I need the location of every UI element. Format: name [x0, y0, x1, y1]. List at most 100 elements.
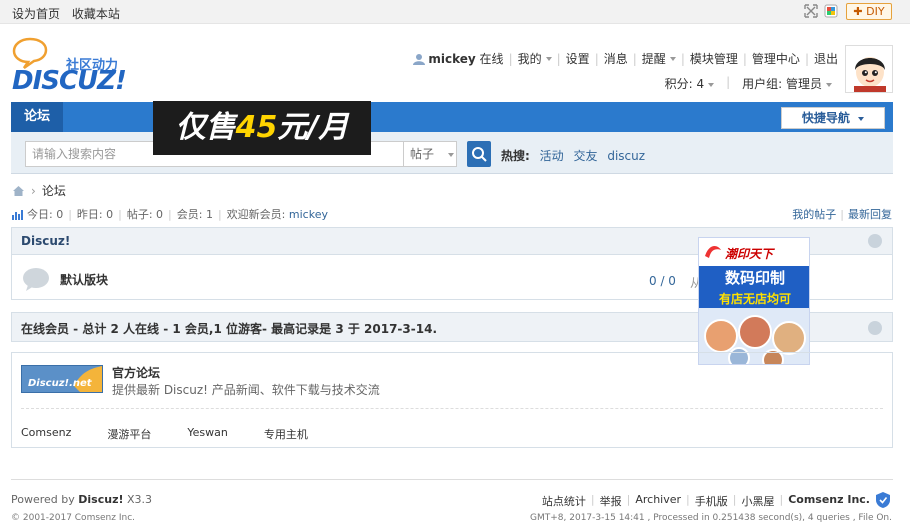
ad-line1: 数码印制	[699, 266, 809, 290]
forum-name[interactable]: 默认版块	[60, 271, 108, 288]
partner-link[interactable]: 专用主机	[264, 426, 308, 442]
user-nav: mickey 在线 | 我的 | 设置 | 消息 | 提醒 | 模块管理 | 管…	[413, 50, 838, 67]
forum-stats: 今日: 0 | 昨日: 0 | 帖子: 0 | 会员: 1 | 欢迎新会员: m…	[12, 206, 328, 222]
search-type-select[interactable]: 帖子	[403, 141, 457, 167]
search-button[interactable]	[467, 141, 491, 167]
search-icon	[472, 147, 487, 162]
forum-counts: 0 / 0	[649, 274, 676, 288]
quick-nav-button[interactable]: 快捷导航	[781, 107, 885, 129]
forum-bubble-icon	[23, 268, 49, 291]
discuz-net-logo[interactable]: Discuz!.net	[21, 365, 103, 393]
menu-settings[interactable]: 设置	[566, 50, 590, 67]
style-switch-icon[interactable]	[824, 4, 838, 18]
menu-logout[interactable]: 退出	[814, 50, 838, 67]
hot-term[interactable]: 活动	[540, 149, 564, 163]
new-member-link[interactable]: mickey	[289, 208, 328, 221]
latest-replies-link[interactable]: 最新回复	[848, 208, 892, 221]
powered-prefix: Powered by	[11, 493, 75, 506]
separator: |	[508, 51, 513, 66]
separator: |	[626, 493, 631, 506]
separator: |	[840, 208, 844, 221]
main-nav: 论坛 快捷导航	[11, 102, 893, 132]
bookmark-link[interactable]: 收藏本站	[72, 7, 120, 21]
menu-module-admin[interactable]: 模块管理	[690, 50, 738, 67]
breadcrumb-current[interactable]: 论坛	[42, 182, 66, 199]
menu-my[interactable]: 我的	[518, 50, 542, 67]
forum-row[interactable]: 默认版块	[22, 266, 108, 292]
separator: |	[632, 51, 637, 66]
usergroup-link[interactable]: 用户组: 管理员	[742, 75, 832, 92]
powered-by: Powered by Discuz! X3.3	[11, 493, 152, 506]
avatar[interactable]	[845, 45, 893, 93]
separator: |	[590, 493, 595, 506]
separator: |	[686, 493, 690, 506]
diy-button[interactable]: ✚ DIY	[846, 3, 892, 20]
credits-label: 积分: 4	[664, 77, 705, 91]
search-bar: 请输入搜索内容 帖子 热搜: 活动 交友 discuz	[11, 132, 893, 174]
shield-icon[interactable]	[875, 491, 891, 509]
top-bar: 设为首页 收藏本站 ✚ DIY	[0, 0, 910, 24]
menu-notifications[interactable]: 提醒	[642, 50, 666, 67]
user-icon	[413, 53, 426, 65]
separator: |	[217, 207, 222, 221]
footer-company-link[interactable]: Comsenz Inc.	[788, 493, 870, 509]
online-status: 在线	[479, 52, 504, 66]
footer-link-archiver[interactable]: Archiver	[635, 493, 681, 509]
chevron-down-icon	[448, 152, 455, 157]
search-type-value: 帖子	[410, 147, 435, 161]
chevron-down-icon	[826, 82, 832, 87]
footer-link-blackroom[interactable]: 小黑屋	[741, 493, 774, 509]
chevron-down-icon	[669, 56, 676, 61]
processing-info: GMT+8, 2017-3-15 14:41 , Processed in 0.…	[530, 513, 892, 523]
home-icon[interactable]	[12, 185, 25, 197]
promo-suffix: 元/月	[277, 110, 349, 145]
ad-banner[interactable]: 潮印天下 数码印制 有店无店均可	[698, 237, 810, 365]
official-forum-desc: 提供最新 Discuz! 产品新闻、软件下载与技术交流	[112, 383, 380, 397]
tab-forum[interactable]: 论坛	[11, 102, 63, 132]
separator: |	[168, 207, 172, 221]
chevron-down-icon	[708, 82, 715, 87]
partner-link[interactable]: Comsenz	[21, 426, 71, 442]
fullscreen-icon[interactable]	[804, 4, 818, 18]
separator: |	[594, 51, 599, 66]
footer-divider	[11, 479, 893, 480]
copyright: © 2001-2017 Comsenz Inc.	[11, 513, 136, 523]
online-summary: 在线会员 - 总计 2 人在线 - 1 会员,1 位游客- 最高记录是 3 于 …	[21, 322, 437, 336]
hot-term[interactable]: 交友	[573, 149, 597, 163]
hot-search: 热搜: 活动 交友 discuz	[501, 147, 651, 164]
diy-plus-icon: ✚	[853, 5, 863, 18]
footer-link-report[interactable]: 举报	[600, 493, 622, 509]
menu-messages[interactable]: 消息	[604, 50, 628, 67]
credits-link[interactable]: 积分: 4	[665, 75, 715, 92]
footer-links: 站点统计 | 举报 | Archiver | 手机版 | 小黑屋 | Comsenz In…	[542, 493, 870, 509]
partner-link[interactable]: 漫游平台	[107, 426, 151, 442]
ad-logo-icon	[705, 246, 721, 258]
menu-admin-center[interactable]: 管理中心	[752, 50, 800, 67]
user-nav-secondary: 积分: 4 | 用户组: 管理员	[665, 75, 832, 92]
ad-line2: 有店无店均可	[699, 290, 809, 308]
my-posts-link[interactable]: 我的帖子	[792, 208, 836, 221]
stat-members: 会员: 1	[176, 208, 213, 221]
powered-brand-link[interactable]: Discuz!	[78, 493, 123, 506]
stat-yesterday: 昨日: 0	[76, 208, 114, 221]
separator: |	[779, 493, 784, 506]
set-home-link[interactable]: 设为首页	[12, 7, 60, 21]
collapse-icon[interactable]	[868, 234, 882, 248]
separator: |	[726, 75, 731, 89]
post-links: 我的帖子 | 最新回复	[792, 206, 892, 222]
footer-link-stats[interactable]: 站点统计	[542, 493, 586, 509]
official-forum-title[interactable]: 官方论坛	[112, 364, 160, 381]
username[interactable]: mickey	[428, 52, 475, 66]
top-icons	[804, 4, 838, 18]
partner-link[interactable]: Yeswan	[187, 426, 227, 442]
quick-nav-label: 快捷导航	[801, 111, 850, 125]
footer-link-mobile[interactable]: 手机版	[695, 493, 728, 509]
diy-label: DIY	[866, 5, 885, 18]
stat-welcome: 欢迎新会员:	[226, 208, 286, 221]
promo-banner[interactable]: 仅售45元/月	[153, 101, 371, 155]
top-left-links: 设为首页 收藏本站	[12, 5, 128, 22]
separator: |	[804, 51, 809, 66]
separator: |	[118, 207, 122, 221]
collapse-icon[interactable]	[868, 321, 882, 335]
hot-term[interactable]: discuz	[607, 149, 645, 163]
